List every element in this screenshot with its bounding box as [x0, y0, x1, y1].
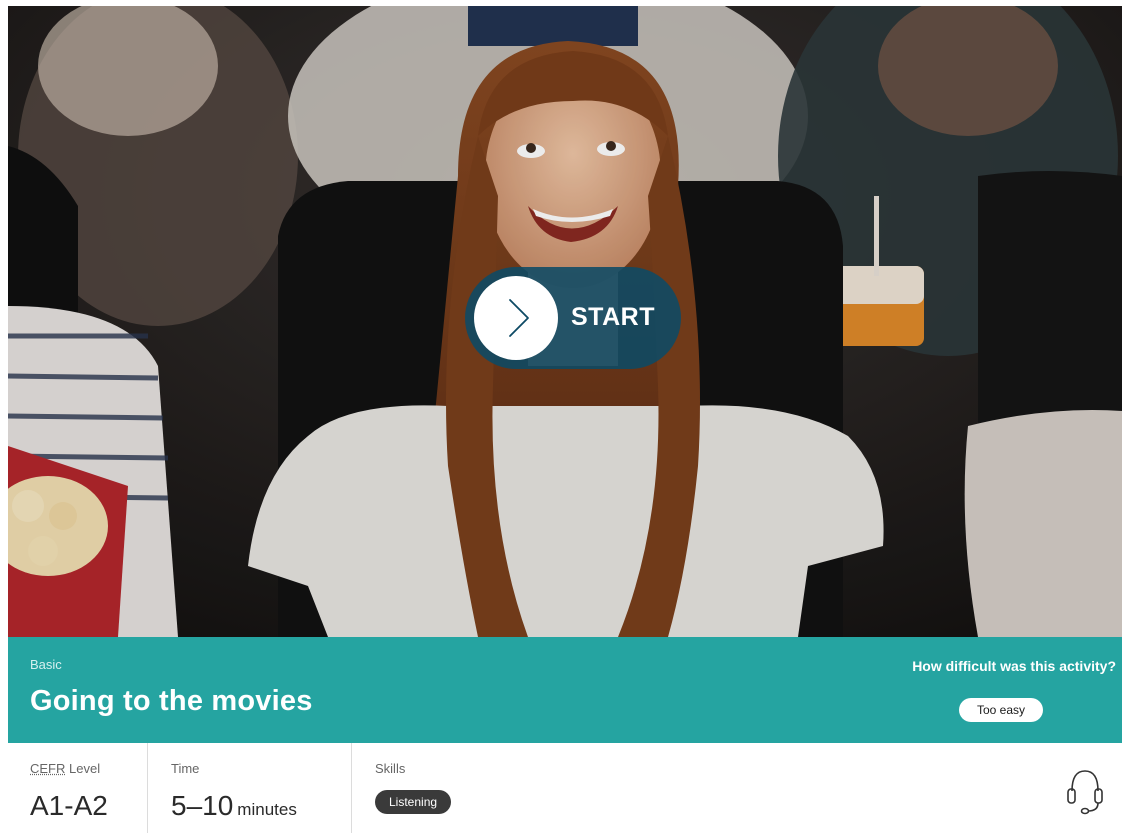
time-unit: minutes: [237, 800, 297, 819]
chevron-right-icon: [474, 276, 558, 360]
time-section: Time 5–10 minutes: [147, 743, 352, 833]
activity-title: Going to the movies: [30, 685, 313, 717]
time-range: 5–10: [171, 790, 234, 821]
time-label: Time: [171, 761, 200, 776]
cefr-level-section: CEFR Level A1-A2: [8, 743, 148, 833]
cefr-level-value: A1-A2: [30, 790, 108, 821]
headphones-icon: [1067, 770, 1103, 815]
skill-pill-listening: Listening: [375, 790, 452, 814]
start-button-label: START: [571, 303, 655, 331]
difficulty-question: How difficult was this activity?: [912, 658, 1116, 674]
skills-label: Skills: [375, 761, 406, 776]
cefr-abbreviation: CEFR: [30, 761, 66, 776]
cefr-level-label: CEFR Level: [30, 761, 100, 776]
hero-image: START: [8, 6, 1122, 637]
activity-details: CEFR Level A1-A2 Time 5–10 minutes Skills…: [8, 743, 1122, 833]
start-button[interactable]: START: [465, 267, 681, 369]
skills-section: Skills Listening: [351, 743, 1122, 833]
activity-header: Basic Going to the movies How difficult …: [8, 637, 1122, 743]
level-tag: Basic: [30, 657, 62, 672]
too-easy-button[interactable]: Too easy: [959, 698, 1043, 722]
time-value: 5–10 minutes: [171, 790, 297, 822]
cefr-label-rest: Level: [65, 761, 101, 776]
